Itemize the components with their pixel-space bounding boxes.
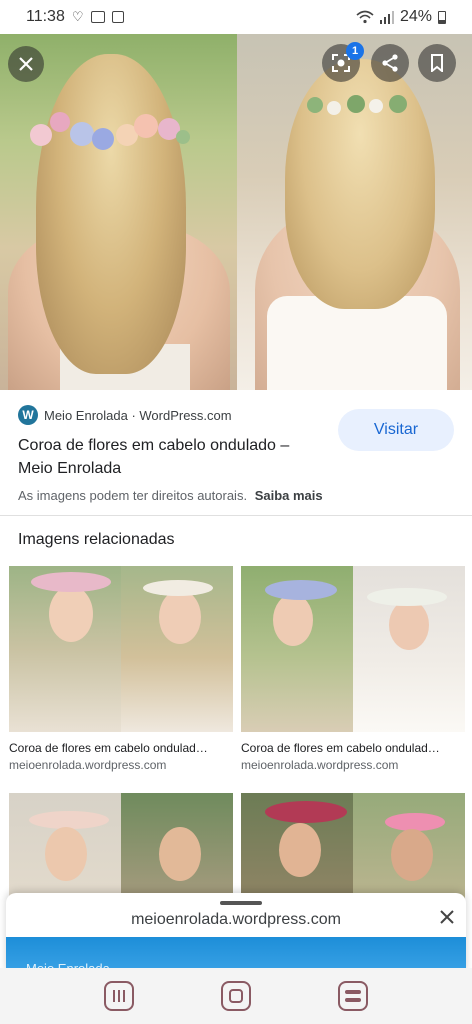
home-icon (228, 989, 243, 1003)
source-row[interactable]: W Meio Enrolada · WordPress.com (18, 405, 232, 425)
notification-icon (111, 11, 124, 23)
status-bar: 11:38 ♡ 24% (0, 0, 472, 34)
copyright-notice: As imagens podem ter direitos autorais. … (18, 488, 323, 503)
back-button[interactable] (338, 981, 369, 1011)
related-image-domain: meioenrolada.wordpress.com (241, 758, 399, 772)
home-button[interactable] (220, 981, 251, 1011)
preview-photo-left (0, 34, 237, 390)
preview-photo-right (237, 34, 472, 390)
share-button[interactable] (371, 44, 409, 82)
related-image-card[interactable] (241, 793, 465, 903)
status-left: 11:38 ♡ (26, 8, 124, 26)
related-image-card[interactable]: Coroa de flores em cabelo ondulad… meioe… (9, 566, 233, 772)
close-icon (440, 910, 454, 924)
close-icon (19, 57, 33, 71)
share-icon (382, 54, 398, 72)
bookmark-icon (431, 54, 443, 72)
copyright-text: As imagens podem ter direitos autorais. (18, 488, 248, 503)
status-right: 24% (356, 8, 446, 26)
drag-handle[interactable] (220, 901, 262, 905)
website-preview-sheet[interactable]: meioenrolada.wordpress.com Meio Enrolada (6, 893, 466, 973)
lens-badge: 1 (346, 42, 364, 60)
signal-icon (379, 11, 394, 24)
gallery-icon (90, 11, 105, 23)
related-image-domain: meioenrolada.wordpress.com (9, 758, 167, 772)
related-image-title: Coroa de flores em cabelo ondulad… (241, 741, 440, 755)
back-icon (345, 990, 362, 1002)
related-image-thumbnail[interactable] (9, 793, 233, 903)
related-image-card[interactable]: Coroa de flores em cabelo ondulad… meioe… (241, 566, 465, 772)
system-navigation-bar (0, 968, 472, 1024)
sheet-url: meioenrolada.wordpress.com (131, 911, 341, 928)
related-image-thumbnail[interactable] (241, 566, 465, 732)
image-preview[interactable]: 1 (0, 34, 472, 390)
battery-icon (438, 10, 446, 24)
related-image-thumbnail[interactable] (241, 793, 465, 903)
recents-icon (112, 990, 125, 1002)
battery-percentage: 24% (399, 8, 432, 25)
related-image-title: Coroa de flores em cabelo ondulad… (9, 741, 208, 755)
learn-more-link[interactable]: Saiba mais (255, 488, 323, 503)
source-label: Meio Enrolada · WordPress.com (44, 407, 232, 423)
save-button[interactable] (418, 44, 456, 82)
heart-icon: ♡ (71, 9, 84, 24)
divider (0, 515, 472, 516)
flower-crown (307, 89, 417, 119)
wordpress-icon: W (18, 405, 38, 425)
related-image-thumbnail[interactable] (9, 566, 233, 732)
related-images-heading: Imagens relacionadas (18, 531, 175, 548)
close-button[interactable] (8, 46, 44, 82)
status-time: 11:38 (26, 8, 65, 25)
visit-button[interactable]: Visitar (338, 409, 454, 451)
flower-crown (30, 104, 190, 154)
recents-button[interactable] (103, 981, 134, 1011)
related-image-card[interactable] (9, 793, 233, 903)
sheet-close-button[interactable] (440, 907, 454, 930)
result-title[interactable]: Coroa de flores em cabelo ondulado – Mei… (18, 434, 318, 480)
wifi-icon (356, 10, 374, 24)
